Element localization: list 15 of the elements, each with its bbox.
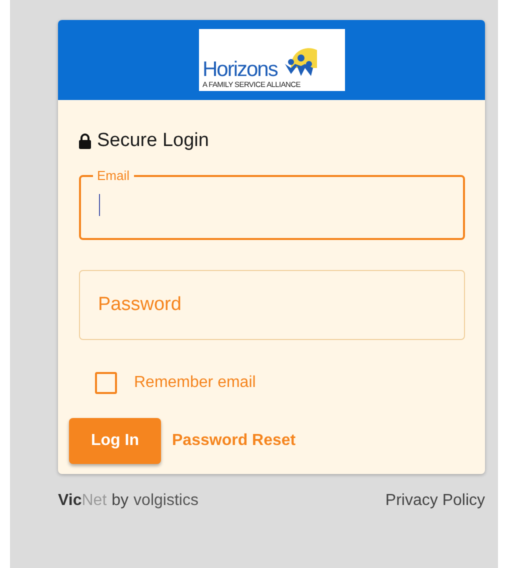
input-field[interactable]: Password	[79, 270, 465, 340]
product-name: VicNet	[58, 492, 107, 510]
checkbox-label[interactable]: Remember email	[134, 374, 256, 392]
password-reset-link[interactable]: Password Reset	[172, 432, 296, 450]
logo-name: Horizons	[202, 59, 278, 80]
by-text: by	[112, 492, 129, 510]
field-label: Email	[96, 168, 131, 183]
privacy-policy-link[interactable]: Privacy Policy	[385, 492, 485, 510]
checkbox[interactable]	[95, 372, 117, 394]
vendor-logo: volgistics	[134, 492, 198, 510]
login-button[interactable]: Log In	[69, 418, 161, 464]
text-cursor	[99, 194, 100, 216]
form-title: Secure Login	[97, 130, 209, 152]
lock-icon	[78, 133, 92, 149]
input-field[interactable]: Email	[79, 168, 465, 240]
